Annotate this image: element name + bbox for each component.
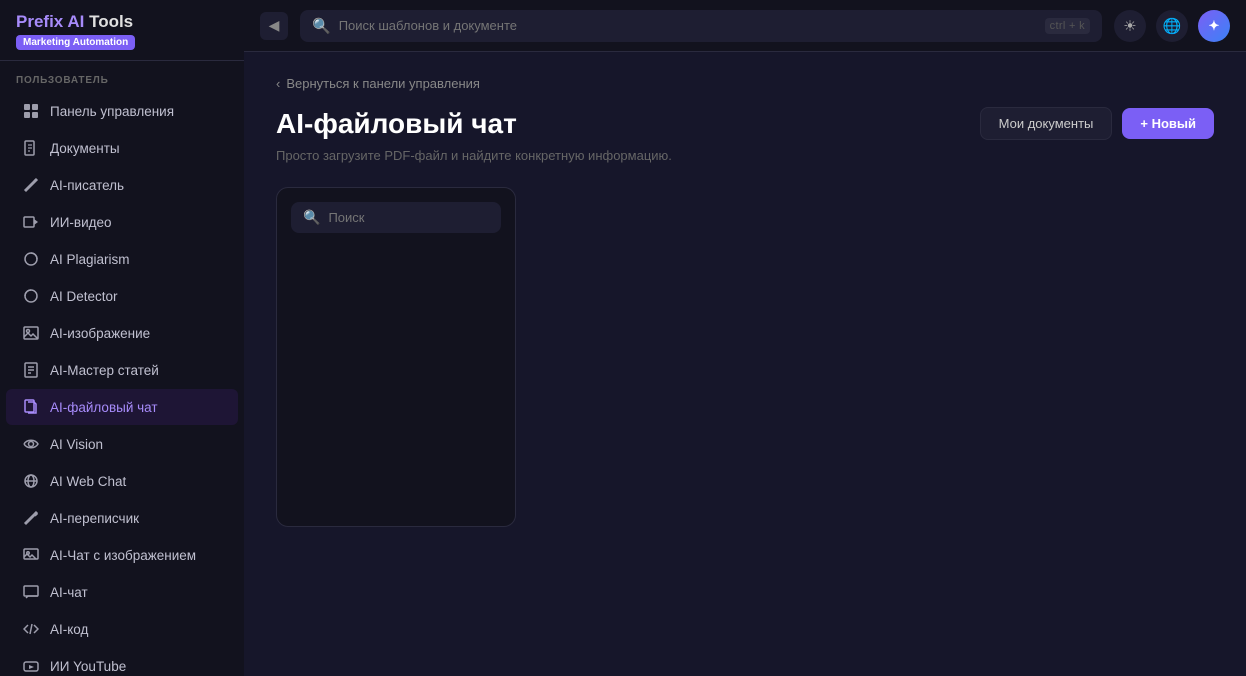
topbar-actions: ☀ 🌐 ✦ — [1114, 10, 1230, 42]
logo-tools: Tools — [84, 12, 133, 31]
chevron-left-icon: ◀ — [269, 17, 280, 34]
search-bar[interactable]: 🔍 ctrl + k — [300, 10, 1102, 42]
sidebar-item-label-ai-file-chat: AI-файловый чат — [50, 400, 158, 415]
docs-search-icon: 🔍 — [303, 209, 320, 226]
ai-detector-icon — [22, 287, 40, 305]
page-header: AI-файловый чат Мои документы + Новый — [276, 107, 1214, 140]
logo-subtitle: Marketing Automation — [16, 35, 135, 50]
my-documents-button[interactable]: Мои документы — [980, 107, 1113, 140]
sidebar-item-label-youtube: ИИ YouTube — [50, 659, 126, 674]
ai-video-icon — [22, 213, 40, 231]
ai-vision-icon — [22, 435, 40, 453]
sidebar-item-ai-plagiarism[interactable]: AI Plagiarism — [6, 241, 238, 277]
ai-chat-icon — [22, 583, 40, 601]
logo-prefix: Prefix — [16, 12, 63, 31]
logo-ai: AI — [63, 12, 84, 31]
sidebar-item-ai-video[interactable]: ИИ-видео — [6, 204, 238, 240]
chevron-left-icon: ‹ — [276, 76, 280, 91]
ai-file-chat-icon — [22, 398, 40, 416]
globe-icon: 🌐 — [1163, 17, 1182, 35]
search-input[interactable] — [339, 18, 1037, 33]
avatar-icon: ✦ — [1209, 18, 1220, 34]
ai-code-icon — [22, 620, 40, 638]
sidebar-item-documents[interactable]: Документы — [6, 130, 238, 166]
sidebar-item-label-ai-chat: AI-чат — [50, 585, 88, 600]
sidebar: Prefix AI Tools Marketing Automation ПОЛ… — [0, 0, 244, 676]
sidebar-item-label-ai-video: ИИ-видео — [50, 215, 112, 230]
sidebar-section-label: ПОЛЬЗОВАТЕЛЬ — [0, 61, 244, 92]
search-shortcut: ctrl + k — [1045, 18, 1090, 34]
language-button[interactable]: 🌐 — [1156, 10, 1188, 42]
sidebar-item-ai-code[interactable]: AI-код — [6, 611, 238, 647]
sidebar-item-ai-image[interactable]: AI-изображение — [6, 315, 238, 351]
sidebar-item-label-ai-vision: AI Vision — [50, 437, 103, 452]
sidebar-item-ai-article-master[interactable]: AI-Мастер статей — [6, 352, 238, 388]
sidebar-item-youtube[interactable]: ИИ YouTube — [6, 648, 238, 676]
search-icon: 🔍 — [312, 17, 331, 35]
docs-search-input[interactable] — [328, 210, 504, 225]
user-avatar[interactable]: ✦ — [1198, 10, 1230, 42]
logo-area: Prefix AI Tools Marketing Automation — [0, 0, 244, 61]
logo-text: Prefix AI Tools — [16, 12, 228, 32]
sidebar-item-ai-rewriter[interactable]: AI-переписчик — [6, 500, 238, 536]
sidebar-item-label-ai-chat-image: AI-Чат с изображением — [50, 548, 196, 563]
sidebar-item-ai-chat-image[interactable]: AI-Чат с изображением — [6, 537, 238, 573]
ai-article-master-icon — [22, 361, 40, 379]
sidebar-item-label-ai-plagiarism: AI Plagiarism — [50, 252, 130, 267]
page-title: AI-файловый чат — [276, 108, 517, 140]
page-subtitle: Просто загрузите PDF-файл и найдите конк… — [276, 148, 1214, 163]
ai-image-icon — [22, 324, 40, 342]
sidebar-item-ai-writer[interactable]: AI-писатель — [6, 167, 238, 203]
sidebar-item-label-ai-image: AI-изображение — [50, 326, 150, 341]
ai-writer-icon — [22, 176, 40, 194]
sidebar-item-dashboard[interactable]: Панель управления — [6, 93, 238, 129]
back-label: Вернуться к панели управления — [286, 76, 480, 91]
main-area: ◀ 🔍 ctrl + k ☀ 🌐 ✦ ‹ Вернуться к панели … — [244, 0, 1246, 676]
sidebar-item-label-ai-code: AI-код — [50, 622, 88, 637]
new-button[interactable]: + Новый — [1122, 108, 1214, 139]
sidebar-nav: Панель управления Документы AI-писатель ИИ-… — [0, 92, 244, 676]
sun-icon: ☀ — [1123, 17, 1136, 35]
docs-search-bar[interactable]: 🔍 — [291, 202, 501, 233]
sidebar-item-ai-file-chat[interactable]: AI-файловый чат — [6, 389, 238, 425]
sidebar-item-label-ai-web-chat: AI Web Chat — [50, 474, 126, 489]
ai-rewriter-icon — [22, 509, 40, 527]
sidebar-item-ai-vision[interactable]: AI Vision — [6, 426, 238, 462]
sidebar-item-label-ai-article-master: AI-Мастер статей — [50, 363, 159, 378]
sidebar-item-label-ai-writer: AI-писатель — [50, 178, 124, 193]
sidebar-item-label-ai-rewriter: AI-переписчик — [50, 511, 139, 526]
sidebar-item-ai-detector[interactable]: AI Detector — [6, 278, 238, 314]
theme-toggle-button[interactable]: ☀ — [1114, 10, 1146, 42]
sidebar-item-ai-web-chat[interactable]: AI Web Chat — [6, 463, 238, 499]
sidebar-item-label-dashboard: Панель управления — [50, 104, 174, 119]
sidebar-item-label-ai-detector: AI Detector — [50, 289, 118, 304]
ai-web-chat-icon — [22, 472, 40, 490]
documents-icon — [22, 139, 40, 157]
content-area: ‹ Вернуться к панели управления AI-файло… — [244, 52, 1246, 676]
dashboard-icon — [22, 102, 40, 120]
documents-panel: 🔍 — [276, 187, 516, 527]
page-header-actions: Мои документы + Новый — [980, 107, 1214, 140]
sidebar-item-ai-chat[interactable]: AI-чат — [6, 574, 238, 610]
sidebar-collapse-button[interactable]: ◀ — [260, 12, 288, 40]
topbar: ◀ 🔍 ctrl + k ☀ 🌐 ✦ — [244, 0, 1246, 52]
youtube-icon — [22, 657, 40, 675]
sidebar-item-label-documents: Документы — [50, 141, 120, 156]
ai-chat-image-icon — [22, 546, 40, 564]
ai-plagiarism-icon — [22, 250, 40, 268]
back-link[interactable]: ‹ Вернуться к панели управления — [276, 76, 480, 91]
